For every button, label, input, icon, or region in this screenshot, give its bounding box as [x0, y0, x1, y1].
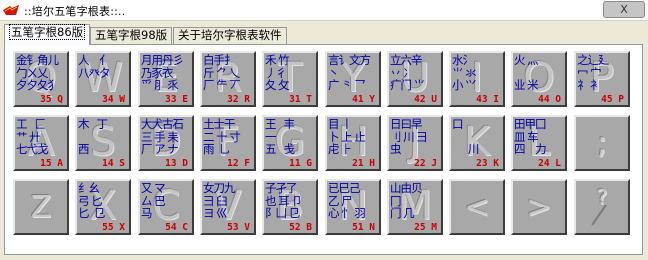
key-t[interactable]: T禾 竹 丿彳 夂 攵 31 T [262, 51, 318, 107]
key-roots: 火 灬 业 米 [514, 53, 539, 92]
key-code: 11 G [289, 158, 312, 169]
key-i[interactable]: I 水氵 ⺌ 氺 小 ⺍ 43 I [449, 51, 505, 107]
key-j[interactable]: J 日曰早 刂 川 ⺕ 虫 22 J [387, 115, 443, 171]
key-d[interactable]: D 大犬古石 三 手 耒 厂 ア ナ 13 D [138, 115, 194, 171]
key-h[interactable]: H目 丨 卜 上 止 虍 ⺊ 21 H [325, 115, 381, 171]
key-period[interactable]: > [511, 179, 567, 235]
key-g[interactable]: G王 丰 一 五 戋 11 G [262, 115, 318, 171]
key-roots: 土士干 二 十 寸 雨 ⺃ [203, 117, 241, 156]
key-s[interactable]: S木 丁 西 14 S [75, 115, 131, 171]
key-code: 33 E [165, 94, 188, 105]
close-button[interactable]: X [603, 1, 645, 18]
key-roots: 立六辛 丷 冫 疒门 ⺌ [390, 53, 425, 92]
tab-wubi-98[interactable]: 五笔字根98版 [90, 27, 173, 44]
key-roots: 水氵 ⺌ 氺 小 ⺍ [452, 53, 477, 92]
key-x[interactable]: X 纟幺 弓 匕 匕 ⺋ 55 X [75, 179, 131, 235]
key-code: 51 N [352, 222, 375, 233]
key-code: 14 S [102, 158, 125, 169]
key-code: 34 W [102, 94, 125, 105]
key-code: 52 B [289, 222, 312, 233]
key-code: 44 O [538, 94, 561, 105]
key-roots: 木 丁 西 [78, 117, 108, 156]
key-l[interactable]: L 田甲囗 皿 车 四 力 24 L [511, 115, 567, 171]
key-roots: 已巳己 乙 尸 心 忄 羽 [328, 181, 366, 220]
key-symbol: Z [30, 189, 52, 225]
key-roots: 工 匚 艹 廾 七弋戈 [16, 117, 49, 156]
key-code: 35 Q [40, 94, 63, 105]
key-roots: 目 丨 卜 上 止 虍 ⺊ [328, 117, 366, 156]
key-code: 53 V [227, 222, 250, 233]
key-b[interactable]: B 子孑了 也 耳 卩 阝凵 ⺋ 52 B [262, 179, 318, 235]
key-code: 15 A [40, 158, 63, 169]
key-n[interactable]: N 已巳己 乙 尸 心 忄 羽 51 N [325, 179, 381, 235]
key-symbol: > [526, 189, 552, 225]
key-k[interactable]: K口 川 23 K [449, 115, 505, 171]
key-roots: 口 川 [452, 117, 479, 156]
key-symbol: ; [596, 125, 608, 161]
key-p[interactable]: P 之辶廴 冖 宀 礻 衤 45 P [574, 51, 630, 107]
key-z[interactable]: Z [13, 179, 69, 235]
key-u[interactable]: U 立六辛 丷 冫 疒门 ⺌ 42 U [387, 51, 443, 107]
key-c[interactable]: C又 マ 厶 巴 马 54 C [138, 179, 194, 235]
title-bar: ::培尔五笔字根表::.. X [0, 0, 648, 21]
tab-about[interactable]: 关于培尔字根表软件 [173, 27, 287, 44]
key-o[interactable]: O火 灬 业 米 44 O [511, 51, 567, 107]
key-code: 24 L [538, 158, 561, 169]
key-roots: 田甲囗 皿 车 四 力 [514, 117, 547, 156]
key-code: 32 R [227, 94, 250, 105]
tab-wubi-86[interactable]: 五笔字根86版 [4, 24, 91, 45]
key-e[interactable]: E 月用丹彡 乃豕衣 爫 ⺼ 乑 33 E [138, 51, 194, 107]
key-q[interactable]: Q 金钅角儿 勹ㄨ乂 夕夕夂犭 35 Q [13, 51, 69, 107]
key-roots: 之辶廴 冖 宀 礻 衤 [577, 53, 610, 92]
tab-label: 关于培尔字根表软件 [178, 28, 282, 42]
key-m[interactable]: M 山由贝 冂 门 几 25 M [387, 179, 443, 235]
key-roots: 禾 竹 丿彳 夂 攵 [265, 53, 290, 92]
key-code: 23 K [476, 158, 499, 169]
key-code: 12 F [227, 158, 250, 169]
key-roots: 白手扌 斤 ⺈ 乀 厂 ⺧ 丆 [203, 53, 241, 92]
tab-label: 五笔字根86版 [9, 24, 86, 40]
key-roots: 山由贝 冂 门 几 [390, 181, 423, 220]
key-r[interactable]: R 白手扌 斤 ⺈ 乀 厂 ⺧ 丆 32 R [200, 51, 256, 107]
close-icon: X [620, 3, 628, 16]
tab-label: 五笔字根98版 [95, 28, 168, 42]
key-roots: 言讠文方 丶 广 ⺀ 乛 [328, 53, 371, 92]
key-code: 31 T [289, 94, 312, 105]
key-code: 25 M [414, 222, 437, 233]
key-code: 22 J [414, 158, 437, 169]
key-code: 43 I [476, 94, 499, 105]
key-roots: 纟幺 弓 匕 匕 ⺋ [78, 181, 105, 220]
key-semicolon[interactable]: ; [574, 115, 630, 171]
key-f[interactable]: F 土士干 二 十 寸 雨 ⺃ 12 F [200, 115, 256, 171]
key-roots: 又 マ 厶 巴 马 [141, 181, 166, 220]
key-w[interactable]: W人 亻 八癶タ 34 W [75, 51, 131, 107]
key-code: 45 P [601, 94, 624, 105]
key-code: 21 H [352, 158, 375, 169]
key-y[interactable]: Y 言讠文方 丶 广 ⺀ 乛 41 Y [325, 51, 381, 107]
key-roots: 大犬古石 三 手 耒 厂 ア ナ [141, 117, 184, 156]
key-comma[interactable]: < [449, 179, 505, 235]
window-title: ::培尔五笔字根表::.. [24, 5, 126, 18]
keyboard-board: Q 金钅角儿 勹ㄨ乂 夕夕夂犭 35 QW人 亻 八癶タ 34 W E 月用丹彡 乃豕衣 … [10, 48, 638, 251]
key-code: 41 Y [352, 94, 375, 105]
key-roots: 王 丰 一 五 戋 [265, 117, 295, 156]
key-slash[interactable]: ? [574, 179, 630, 235]
app-icon [3, 5, 19, 15]
key-a[interactable]: A工 匚 艹 廾 七弋戈 15 A [13, 115, 69, 171]
key-roots: 子孑了 也 耳 卩 阝凵 ⺋ [265, 181, 303, 220]
key-code: 13 D [165, 158, 188, 169]
key-roots: 日曰早 刂 川 ⺕ 虫 [390, 117, 428, 156]
tab-panel: Q 金钅角儿 勹ㄨ乂 夕夕夂犭 35 QW人 亻 八癶タ 34 W E 月用丹彡 乃豕衣 … [4, 44, 643, 255]
key-code: 55 X [102, 222, 125, 233]
key-roots: 月用丹彡 乃豕衣 爫 ⺼ 乑 [141, 53, 184, 92]
key-symbol: < [464, 189, 490, 225]
key-roots: 女刀九 彐 臼 ヨ 巛 [203, 181, 236, 220]
key-roots: 人 亻 八癶タ [78, 53, 111, 80]
key-code: 42 U [414, 94, 437, 105]
key-v[interactable]: V 女刀九 彐 臼 ヨ 巛 53 V [200, 179, 256, 235]
key-roots: 金钅角儿 勹ㄨ乂 夕夕夂犭 [16, 53, 59, 92]
key-code: 54 C [165, 222, 188, 233]
